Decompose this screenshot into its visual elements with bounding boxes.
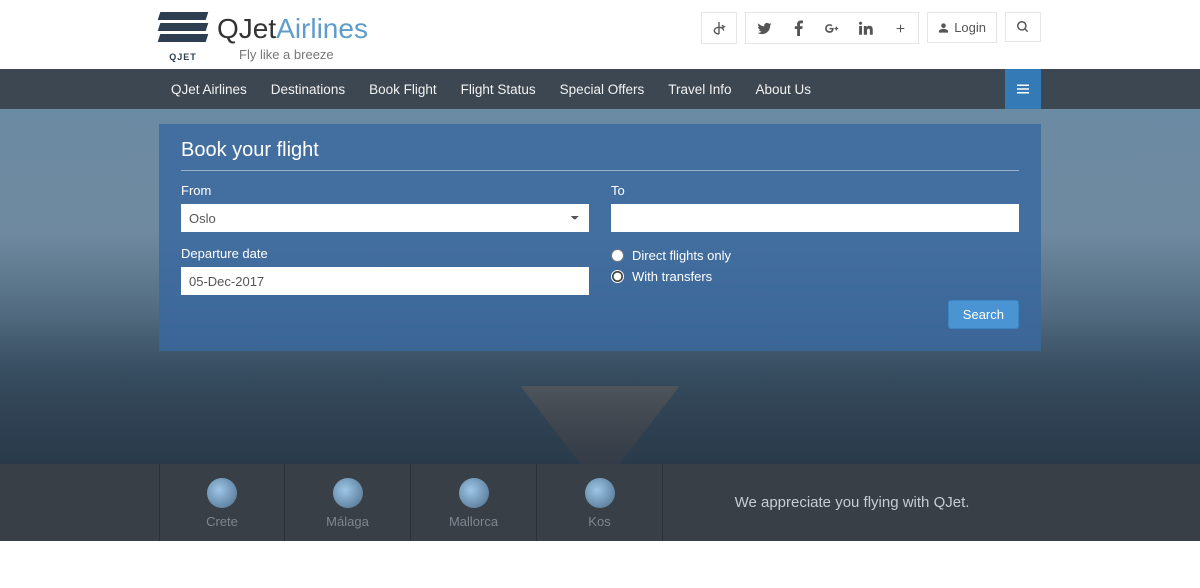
booking-panel: Book your flight From Oslo To Departure …	[159, 124, 1041, 351]
twitter-icon[interactable]	[756, 21, 772, 36]
openid-icon	[711, 20, 727, 36]
brand-title: QJetAirlines	[217, 13, 368, 45]
nav-item-flight-status[interactable]: Flight Status	[449, 70, 548, 109]
social-links	[745, 12, 919, 44]
nav-item-qjet-airlines[interactable]: QJet Airlines	[159, 70, 259, 109]
direct-flights-radio[interactable]	[611, 249, 624, 262]
destination-name: Crete	[160, 514, 284, 529]
linkedin-icon[interactable]	[858, 21, 874, 36]
nav-item-destinations[interactable]: Destinations	[259, 70, 357, 109]
hero: Book your flight From Oslo To Departure …	[0, 109, 1200, 464]
direct-flights-label: Direct flights only	[632, 248, 731, 263]
user-icon	[938, 22, 949, 34]
nav-items: QJet Airlines Destinations Book Flight F…	[159, 70, 823, 109]
plus-icon[interactable]	[892, 22, 908, 35]
hamburger-icon	[1016, 83, 1030, 95]
logo-icon: QJET	[159, 10, 207, 64]
destination-image	[585, 478, 615, 508]
login-button[interactable]: Login	[927, 12, 997, 43]
login-label: Login	[954, 20, 986, 35]
departure-date-label: Departure date	[181, 246, 589, 261]
destination-name: Kos	[537, 514, 662, 529]
to-input[interactable]	[611, 204, 1019, 232]
search-flights-button[interactable]: Search	[948, 300, 1019, 329]
destinations-strip: Crete Málaga Mallorca Kos We appreciate …	[0, 464, 1200, 541]
from-label: From	[181, 183, 589, 198]
destination-name: Mallorca	[411, 514, 536, 529]
destination-item[interactable]: Kos	[537, 464, 663, 541]
with-transfers-label: With transfers	[632, 269, 712, 284]
header: QJET QJetAirlines Fly like a breeze	[0, 0, 1200, 69]
with-transfers-radio[interactable]	[611, 270, 624, 283]
departure-date-input[interactable]	[181, 267, 589, 295]
search-button[interactable]	[1005, 12, 1041, 42]
brand[interactable]: QJET QJetAirlines Fly like a breeze	[159, 10, 368, 64]
nav-item-travel-info[interactable]: Travel Info	[656, 70, 743, 109]
from-select[interactable]: Oslo	[181, 204, 589, 232]
destination-item[interactable]: Crete	[159, 464, 285, 541]
hero-background-pier	[480, 334, 720, 464]
nav-item-special-offers[interactable]: Special Offers	[548, 70, 657, 109]
strip-message: We appreciate you flying with QJet.	[663, 464, 1041, 541]
destination-item[interactable]: Mallorca	[411, 464, 537, 541]
nav-toggle-button[interactable]	[1005, 69, 1041, 109]
booking-title: Book your flight	[181, 139, 1019, 171]
destination-image	[207, 478, 237, 508]
search-icon	[1015, 20, 1031, 34]
destination-image	[459, 478, 489, 508]
google-plus-icon[interactable]	[824, 21, 840, 36]
nav-item-about-us[interactable]: About Us	[744, 70, 824, 109]
main-nav: QJet Airlines Destinations Book Flight F…	[0, 69, 1200, 109]
header-actions: Login	[701, 10, 1041, 44]
facebook-icon[interactable]	[790, 20, 806, 36]
brand-tagline: Fly like a breeze	[239, 47, 368, 62]
openid-login-button[interactable]	[701, 12, 737, 44]
destination-item[interactable]: Málaga	[285, 464, 411, 541]
to-label: To	[611, 183, 1019, 198]
destination-name: Málaga	[285, 514, 410, 529]
nav-item-book-flight[interactable]: Book Flight	[357, 70, 449, 109]
destination-image	[333, 478, 363, 508]
